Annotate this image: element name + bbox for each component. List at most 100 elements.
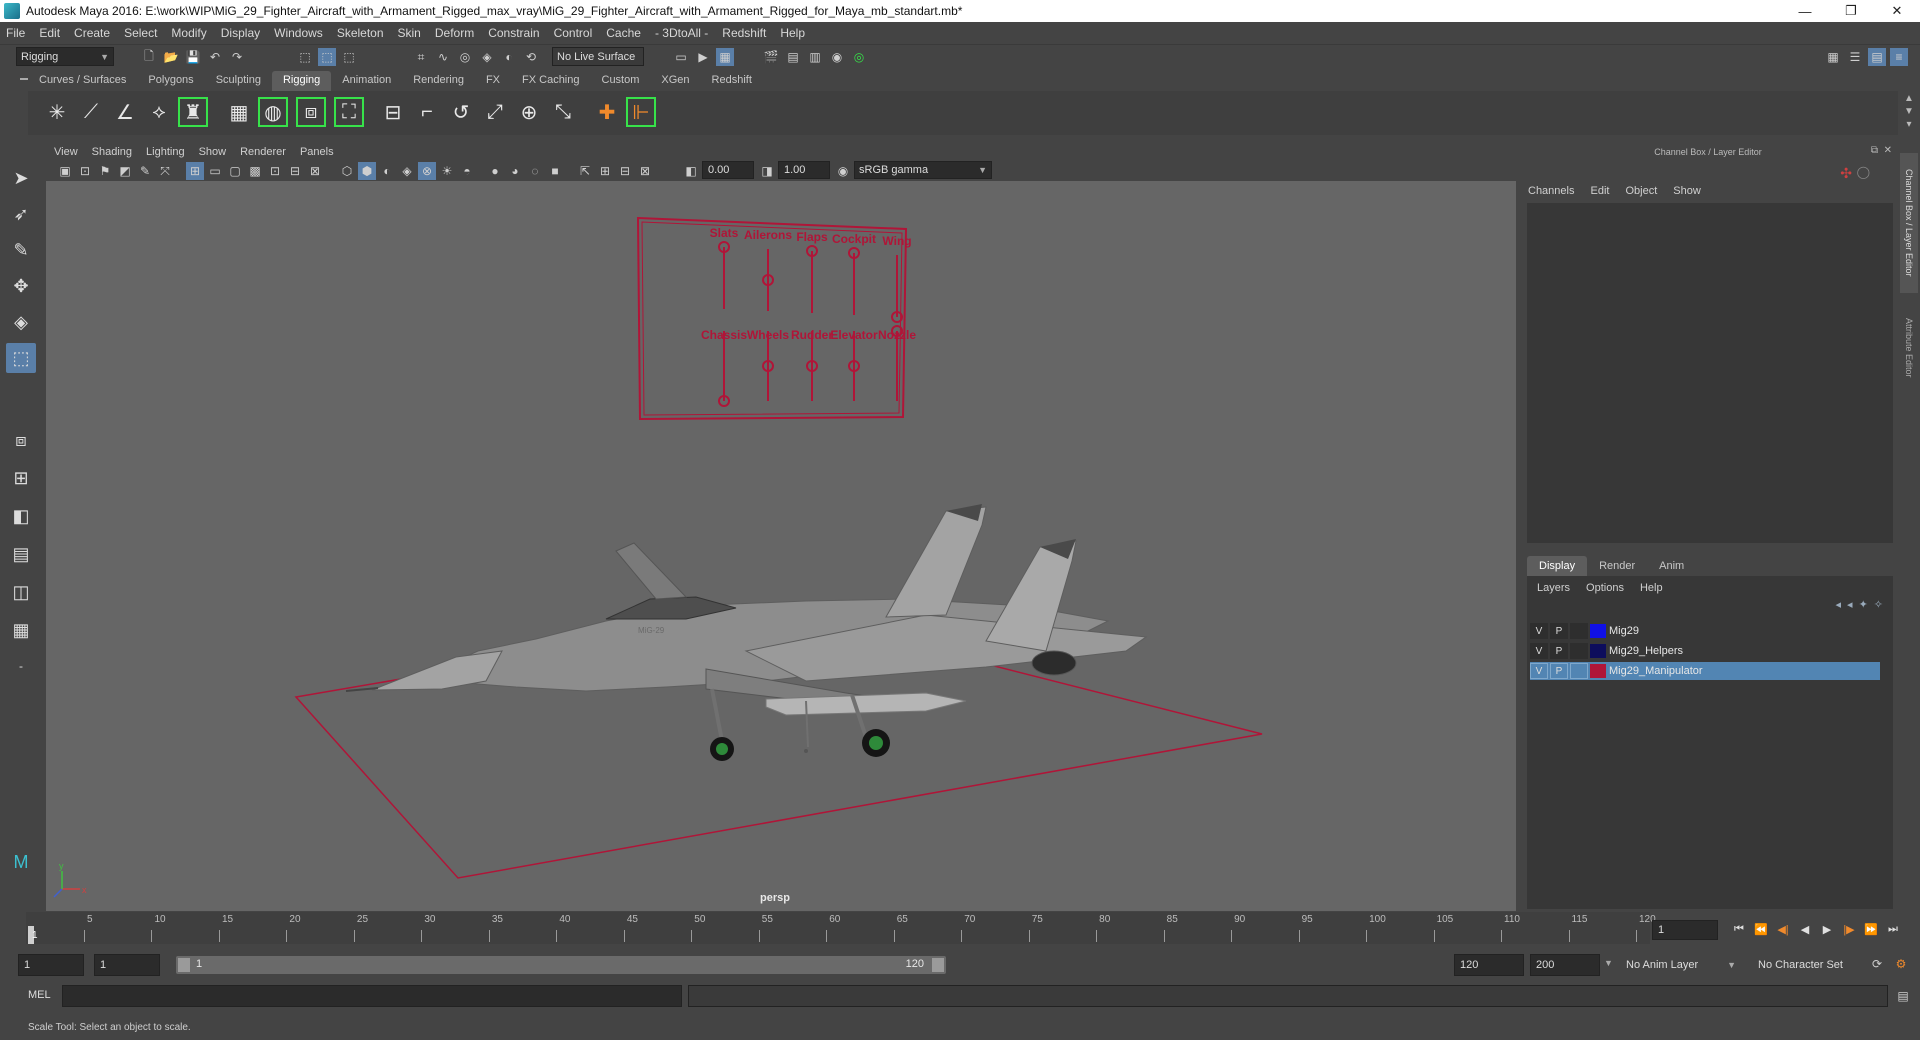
menu-constrain[interactable]: Constrain	[488, 26, 539, 40]
menu-windows[interactable]: Windows	[274, 26, 323, 40]
smooth-shade-icon[interactable]: ⬢	[358, 162, 376, 180]
pole-vector-icon[interactable]: ⤡	[548, 97, 578, 127]
cb-menu-channels[interactable]: Channels	[1528, 185, 1574, 197]
render-frame-icon[interactable]: 🎬	[762, 48, 780, 66]
screen-space-ao-icon[interactable]: ●	[486, 162, 504, 180]
xray-active-icon[interactable]: ⊟	[616, 162, 634, 180]
new-scene-icon[interactable]: 🗋	[140, 48, 158, 66]
vp-menu-lighting[interactable]: Lighting	[146, 146, 185, 158]
tab-sculpting[interactable]: Sculpting	[205, 71, 272, 91]
cb-menu-show[interactable]: Show	[1673, 185, 1701, 197]
toolbox-more-icon[interactable]: -	[6, 651, 36, 681]
le-menu-options[interactable]: Options	[1586, 582, 1624, 594]
anti-aliasing-icon[interactable]: ◌	[526, 162, 544, 180]
ik-handle-icon[interactable]: ∠	[110, 97, 140, 127]
menu-cache[interactable]: Cache	[606, 26, 641, 40]
shadows-icon[interactable]: ◓	[458, 162, 476, 180]
tab-custom[interactable]: Custom	[591, 71, 651, 91]
tab-redshift[interactable]: Redshift	[701, 71, 763, 91]
image-plane-icon[interactable]: ◩	[116, 162, 134, 180]
step-back-frame-button[interactable]: ◀|	[1774, 920, 1792, 938]
gate-mask-icon[interactable]: ▩	[246, 162, 264, 180]
vp-menu-renderer[interactable]: Renderer	[240, 146, 286, 158]
float-panel-icon[interactable]: ⧉	[1871, 145, 1878, 156]
new-layer-icon[interactable]: ✦	[1859, 598, 1868, 611]
le-menu-layers[interactable]: Layers	[1537, 582, 1570, 594]
ik-spline-icon[interactable]: ⟡	[144, 97, 174, 127]
shelf-menu-icon[interactable]	[20, 78, 28, 80]
use-lights-icon[interactable]: ☀	[438, 162, 456, 180]
layer-editor-icon[interactable]: ≡	[1890, 48, 1908, 66]
orient-constraint-icon[interactable]: ↺	[446, 97, 476, 127]
channel-box-area[interactable]	[1527, 203, 1893, 543]
cb-menu-edit[interactable]: Edit	[1590, 185, 1609, 197]
menuset-dropdown[interactable]: Rigging ▼	[16, 47, 114, 66]
ipr-render-icon[interactable]: ▤	[784, 48, 802, 66]
menu-redshift[interactable]: Redshift	[722, 26, 766, 40]
insert-joint-icon[interactable]: ⟋	[76, 97, 106, 127]
open-scene-icon[interactable]: 📂	[162, 48, 180, 66]
point-constraint-icon[interactable]: ⌐	[412, 97, 442, 127]
motion-blur-icon[interactable]: ◕	[506, 162, 524, 180]
save-scene-icon[interactable]: 💾	[184, 48, 202, 66]
isolate-select-icon[interactable]: ⇱	[576, 162, 594, 180]
vp-menu-view[interactable]: View	[54, 146, 78, 158]
le-menu-help[interactable]: Help	[1640, 582, 1663, 594]
vp-menu-show[interactable]: Show	[199, 146, 227, 158]
cb-menu-object[interactable]: Object	[1625, 185, 1657, 197]
auto-key-icon[interactable]: ⟳	[1868, 955, 1886, 973]
go-to-end-button[interactable]: ⏭	[1884, 920, 1902, 938]
snap-point-icon[interactable]: ◎	[456, 48, 474, 66]
lattice-icon[interactable]: ⧈	[296, 97, 326, 127]
step-back-key-button[interactable]: ⏪	[1752, 920, 1770, 938]
tab-polygons[interactable]: Polygons	[137, 71, 204, 91]
preferences-icon[interactable]: ⚙	[1892, 955, 1910, 973]
mig29-aircraft[interactable]: MiG-29	[345, 504, 1148, 761]
bind-skin-icon[interactable]: ▦	[224, 97, 254, 127]
color-management-icon[interactable]: ◉	[834, 162, 852, 180]
minimize-button[interactable]: —	[1782, 0, 1828, 22]
input-ops-icon[interactable]: ▭	[672, 48, 690, 66]
layer-row[interactable]: V P Mig29_Helpers	[1530, 642, 1880, 660]
step-forward-frame-button[interactable]: |▶	[1840, 920, 1858, 938]
custom-locator-icon[interactable]: ⊩	[626, 97, 656, 127]
menu-deform[interactable]: Deform	[435, 26, 474, 40]
depth-of-field-icon[interactable]: ■	[546, 162, 564, 180]
exposure-field[interactable]: 0.00	[702, 161, 754, 179]
menu-display[interactable]: Display	[221, 26, 260, 40]
range-start-handle[interactable]	[178, 958, 190, 972]
grease-pencil-icon[interactable]: ✎	[136, 162, 154, 180]
layer-playback-toggle[interactable]: P	[1550, 623, 1568, 639]
time-slider[interactable]: 5 10 15 20 25 30 35 40 45 50 55 60 65 70 75 80 85 90 95 100…	[26, 912, 1656, 944]
safe-title-icon[interactable]: ⊠	[306, 162, 324, 180]
four-view-layout-icon[interactable]: ⊞	[6, 463, 36, 493]
menu-select[interactable]: Select	[124, 26, 157, 40]
layer-visibility-toggle[interactable]: V	[1530, 623, 1548, 639]
layer-visibility-toggle[interactable]: V	[1530, 663, 1548, 679]
move-layer-down-icon[interactable]: ◂	[1847, 598, 1853, 611]
camera-attributes-icon[interactable]: ⊡	[76, 162, 94, 180]
history-icon[interactable]: ⟲	[522, 48, 540, 66]
menu-create[interactable]: Create	[74, 26, 110, 40]
play-forward-button[interactable]: ▶	[1818, 920, 1836, 938]
vp-menu-panels[interactable]: Panels	[300, 146, 334, 158]
exposure-icon[interactable]: ◧	[682, 162, 700, 180]
single-perspective-layout-icon[interactable]: ⧈	[6, 425, 36, 455]
layer-display-type[interactable]	[1570, 663, 1588, 679]
snap-view-plane-icon[interactable]: ◈	[478, 48, 496, 66]
select-tool-icon[interactable]: ➤	[6, 163, 36, 193]
live-surface-field[interactable]: No Live Surface	[552, 47, 644, 66]
wireframe-on-shaded-icon[interactable]: ◐	[378, 162, 396, 180]
smooth-bind-icon[interactable]: ◍	[258, 97, 288, 127]
restore-button[interactable]: ❐	[1828, 0, 1874, 22]
select-object-icon[interactable]: ⬚	[318, 48, 336, 66]
side-tab-attribute-editor[interactable]: Attribute Editor	[1900, 303, 1918, 393]
redshift-render-icon[interactable]: ◎	[850, 48, 868, 66]
field-chart-icon[interactable]: ⊡	[266, 162, 284, 180]
tab-fx[interactable]: FX	[475, 71, 511, 91]
close-panel-icon[interactable]: ✕	[1884, 145, 1892, 156]
color-space-dropdown[interactable]: sRGB gamma ▼	[854, 161, 992, 179]
scene-start-field[interactable]: 1	[18, 954, 84, 976]
menu-file[interactable]: File	[6, 26, 25, 40]
move-layer-up-icon[interactable]: ◂	[1836, 598, 1842, 611]
